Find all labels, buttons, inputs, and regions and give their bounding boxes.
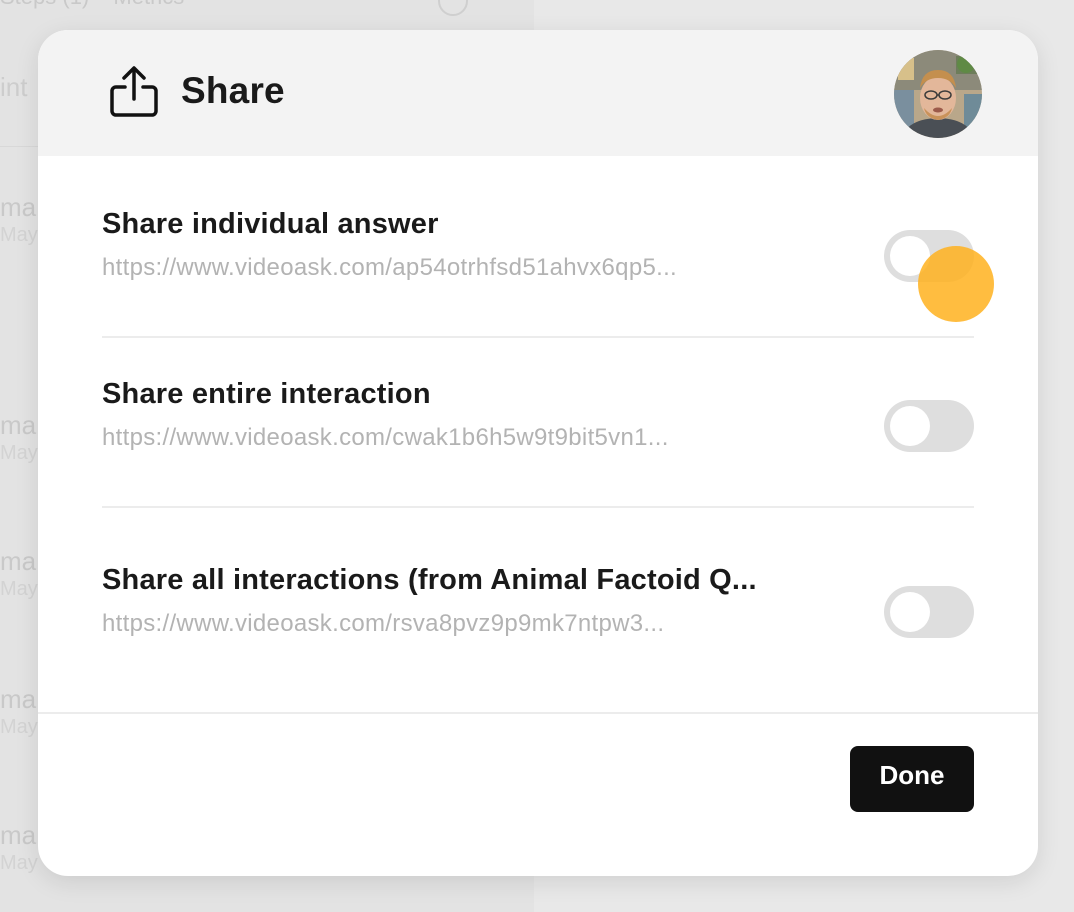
share-all-interactions-toggle[interactable] [884, 586, 974, 638]
background-row-name: ma [0, 820, 37, 850]
toggle-knob [890, 406, 930, 446]
background-row-date: May [0, 852, 38, 875]
modal-header: Share [38, 30, 1038, 156]
option-divider [102, 336, 974, 338]
background-row: ma May [0, 192, 38, 247]
share-option-all-interactions: Share all interactions (from Animal Fact… [102, 562, 974, 672]
modal-title: Share [181, 70, 285, 111]
toggle-knob [890, 592, 930, 632]
avatar-photo [894, 50, 982, 138]
background-row: ma May [0, 546, 38, 601]
background-row-name: ma [0, 546, 37, 576]
cursor-highlight [918, 246, 994, 322]
share-icon [110, 66, 158, 117]
tab-metrics: Metrics [113, 0, 184, 9]
background-row: ma May [0, 410, 38, 465]
background-row-date: May [0, 716, 38, 739]
background-tabs: Steps (1) Metrics [0, 0, 202, 10]
share-option-entire-interaction: Share entire interaction https://www.vid… [102, 376, 974, 486]
option-url[interactable]: https://www.videoask.com/ap54otrhfsd51ah… [102, 254, 677, 282]
background-row-date: May [0, 442, 38, 465]
background-row: ma May [0, 820, 38, 875]
background-row-date: May [0, 578, 38, 601]
done-button[interactable]: Done [850, 746, 974, 812]
share-modal: Share Share individual answer https://ww… [38, 30, 1038, 876]
background-circle-icon [438, 0, 468, 16]
share-entire-interaction-toggle[interactable] [884, 400, 974, 452]
share-option-individual-answer: Share individual answer https://www.vide… [102, 206, 974, 316]
background-row-name: ma [0, 410, 37, 440]
option-title: Share entire interaction [102, 378, 431, 410]
option-title: Share all interactions (from Animal Fact… [102, 564, 757, 596]
background-interactions-label: int [0, 72, 28, 102]
option-url[interactable]: https://www.videoask.com/rsva8pvz9p9mk7n… [102, 610, 664, 638]
background-row-name: ma [0, 192, 37, 222]
background-row: ma May [0, 684, 38, 739]
background-row-date: May [0, 224, 38, 247]
avatar[interactable] [894, 50, 982, 138]
option-url[interactable]: https://www.videoask.com/cwak1b6h5w9t9bi… [102, 424, 669, 452]
footer-divider [38, 712, 1038, 714]
background-row-name: ma [0, 684, 37, 714]
option-divider [102, 506, 974, 508]
option-title: Share individual answer [102, 208, 439, 240]
tab-steps: Steps (1) [0, 0, 89, 9]
